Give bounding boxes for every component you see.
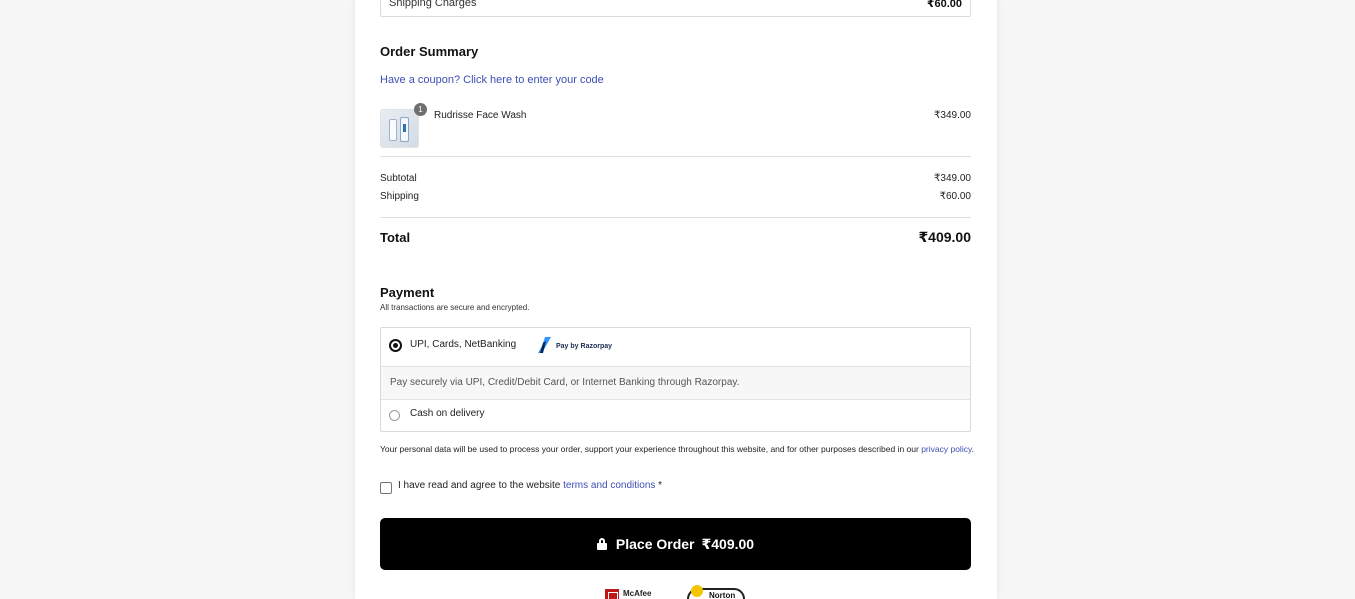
norton-badge: Norton — [687, 585, 747, 599]
checkout-panel: Shipping Charges ₹60.00 Order Summary Ha… — [355, 0, 997, 599]
radio-unselected[interactable] — [389, 410, 400, 421]
privacy-text-end: . — [971, 444, 974, 454]
lock-icon — [596, 538, 607, 550]
terms-text-wrap: I have read and agree to the website ter… — [398, 480, 662, 491]
product-thumbnail: 1 — [380, 103, 427, 148]
subtotal-row: Subtotal ₹349.00 — [380, 173, 971, 184]
payment-description: Pay securely via UPI, Credit/Debit Card,… — [381, 366, 970, 400]
divider — [380, 217, 971, 218]
total-row: Total ₹409.00 — [380, 229, 971, 247]
product-price: ₹349.00 — [934, 110, 971, 121]
mcafee-shield-icon — [605, 589, 619, 599]
privacy-policy-link[interactable]: privacy policy — [921, 444, 971, 454]
norton-label: Norton — [709, 591, 736, 599]
shipping-charges-label: Shipping Charges — [389, 0, 477, 9]
mcafee-badge: McAfee — [605, 586, 663, 599]
radio-selected[interactable] — [389, 339, 402, 352]
payment-description-text: Pay securely via UPI, Credit/Debit Card,… — [390, 377, 740, 388]
mcafee-label: McAfee — [623, 589, 652, 598]
shipping-charges-box: Shipping Charges ₹60.00 — [380, 0, 971, 17]
privacy-notice: Your personal data will be used to proce… — [380, 443, 975, 456]
payment-heading: Payment — [380, 285, 435, 300]
product-name: Rudrisse Face Wash — [434, 110, 527, 121]
privacy-text: Your personal data will be used to proce… — [380, 444, 922, 454]
total-value: ₹409.00 — [918, 229, 971, 245]
divider — [380, 156, 971, 157]
terms-link[interactable]: terms and conditions — [563, 480, 655, 491]
quantity-badge: 1 — [414, 103, 427, 116]
payment-subtitle: All transactions are secure and encrypte… — [380, 303, 530, 312]
payment-option-razorpay[interactable]: UPI, Cards, NetBanking Pay by Razorpay — [381, 328, 970, 366]
total-label: Total — [380, 230, 411, 245]
payment-option-label: Cash on delivery — [410, 408, 485, 419]
shipping-value: ₹60.00 — [939, 191, 971, 202]
terms-checkbox[interactable] — [380, 482, 392, 494]
place-order-label: Place Order — [615, 536, 695, 552]
coupon-link[interactable]: Have a coupon? Click here to enter your … — [380, 74, 604, 86]
shipping-row: Shipping ₹60.00 — [380, 191, 971, 202]
payment-option-label: UPI, Cards, NetBanking — [410, 339, 517, 350]
shipping-charges-value: ₹60.00 — [926, 0, 962, 10]
order-summary-heading: Order Summary — [380, 44, 479, 59]
terms-text: I have read and agree to the website — [398, 480, 564, 491]
norton-check-icon — [691, 585, 703, 597]
payment-option-cod[interactable]: Cash on delivery — [381, 400, 970, 431]
subtotal-value: ₹349.00 — [934, 173, 971, 184]
payment-methods: UPI, Cards, NetBanking Pay by Razorpay P… — [380, 327, 971, 432]
razorpay-logo-icon — [538, 337, 551, 353]
place-order-amount: ₹409.00 — [701, 535, 755, 552]
razorpay-badge-text: Pay by Razorpay — [556, 343, 613, 350]
product-image-tube — [400, 117, 409, 142]
shipping-label: Shipping — [380, 191, 419, 202]
place-order-button[interactable]: Place Order ₹409.00 — [380, 518, 971, 570]
product-image-bottle — [389, 119, 397, 141]
subtotal-label: Subtotal — [380, 173, 417, 184]
required-mark: * — [655, 480, 663, 491]
